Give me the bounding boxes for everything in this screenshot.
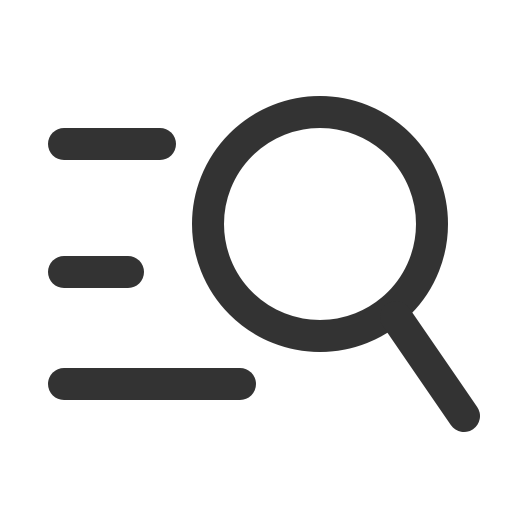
icon-canvas [0, 0, 512, 512]
magnifier-handle-icon [380, 301, 480, 432]
search-list-icon [48, 96, 480, 432]
